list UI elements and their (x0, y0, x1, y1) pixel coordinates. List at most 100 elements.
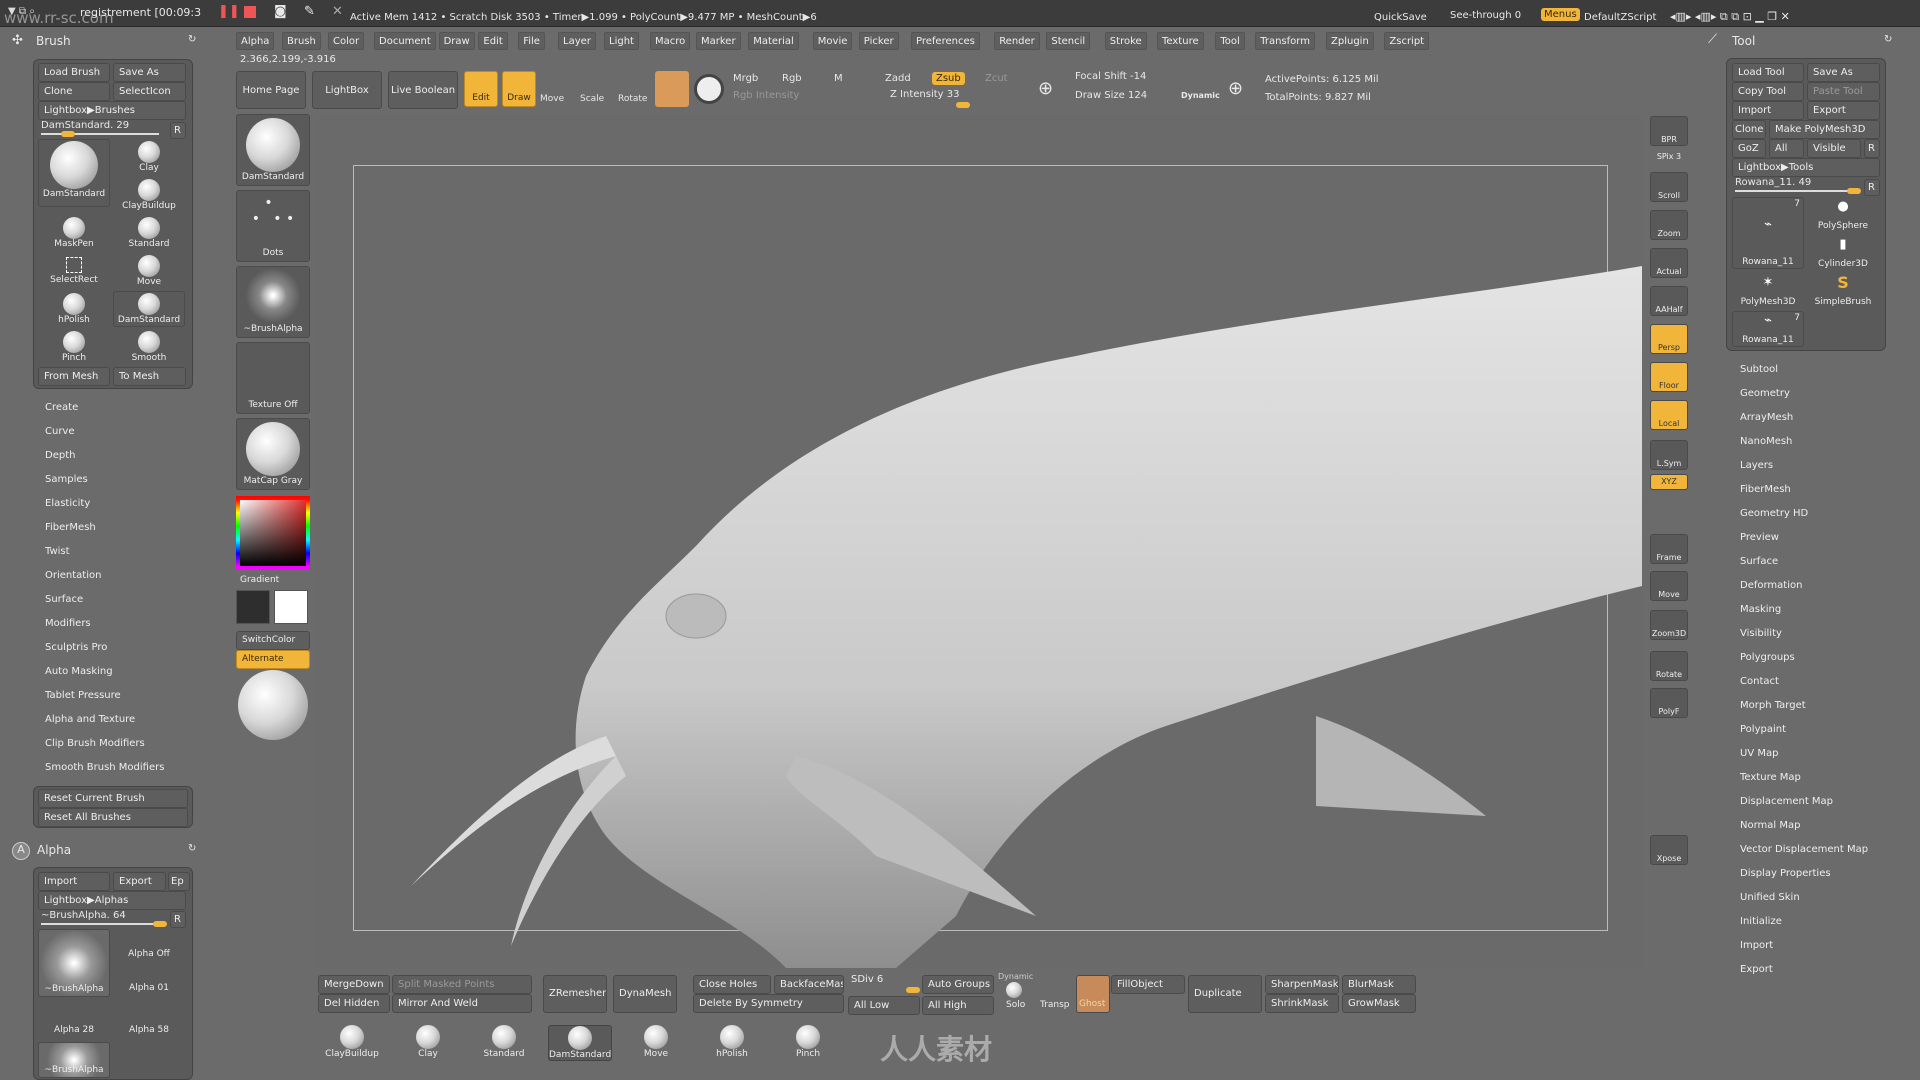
right-shelf-spix-3[interactable]: SPix 3 (1650, 150, 1688, 166)
tool-import-button[interactable]: Import (1732, 101, 1804, 120)
see-through-slider[interactable]: See-through 0 (1450, 10, 1521, 21)
tool-section-deformation[interactable]: Deformation (1740, 580, 1802, 591)
material-sphere-icon[interactable] (238, 670, 308, 740)
right-shelf-floor[interactable]: Floor (1650, 362, 1688, 392)
menu-tool[interactable]: Tool (1215, 32, 1245, 50)
del-hidden-button[interactable]: Del Hidden (318, 994, 390, 1013)
from-mesh-button[interactable]: From Mesh (38, 367, 110, 386)
color-picker[interactable] (236, 496, 310, 570)
brush-section-twist[interactable]: Twist (45, 546, 70, 557)
goz-r-button[interactable]: R (1864, 139, 1880, 158)
brush-tile-move[interactable]: Move (113, 253, 185, 289)
z-intensity-knob[interactable] (956, 102, 970, 108)
brush-section-elasticity[interactable]: Elasticity (45, 498, 90, 509)
grow-button[interactable]: GrowMask (1342, 994, 1416, 1013)
bottom-brush-hpolish[interactable]: hPolish (700, 1025, 764, 1059)
primary-color-swatch[interactable] (274, 590, 308, 624)
menu-layer[interactable]: Layer (558, 32, 596, 50)
duplicate-button[interactable]: Duplicate (1188, 975, 1262, 1013)
right-shelf-zoom3d[interactable]: Zoom3D (1650, 610, 1688, 640)
tool-section-vector-displacement-map[interactable]: Vector Displacement Map (1740, 844, 1868, 855)
tool-clone-button[interactable]: Clone (1732, 120, 1766, 139)
symmetry-s-icon[interactable]: ⊕ (1038, 78, 1053, 99)
tool-section-export[interactable]: Export (1740, 964, 1773, 975)
brush-section-modifiers[interactable]: Modifiers (45, 618, 91, 629)
move-button[interactable]: Move (540, 94, 564, 104)
left-shelf-material[interactable]: MatCap Gray (236, 418, 310, 490)
menu-preferences[interactable]: Preferences (911, 32, 980, 50)
solo-button[interactable]: Solo (1006, 1000, 1025, 1010)
auto-groups-button[interactable]: Auto Groups (922, 975, 994, 994)
lightbox-tools-button[interactable]: Lightbox▶Tools (1732, 158, 1880, 177)
brush-section-smooth-brush-modifiers[interactable]: Smooth Brush Modifiers (45, 762, 164, 773)
alpha-slider-knob[interactable] (153, 921, 167, 927)
menu-stroke[interactable]: Stroke (1104, 32, 1147, 50)
stop-icon[interactable] (244, 6, 256, 18)
brush-section-create[interactable]: Create (45, 402, 78, 413)
rgb-button[interactable]: Rgb (782, 73, 802, 84)
sdiv-slider[interactable]: SDiv 6 (851, 974, 883, 985)
select-icon-button[interactable]: SelectIcon (113, 82, 186, 101)
tool-tile-polysphere[interactable]: ● PolySphere (1807, 197, 1879, 233)
brush-tile-claybuildup[interactable]: ClayBuildup (113, 177, 185, 213)
tool-section-texture-map[interactable]: Texture Map (1740, 772, 1801, 783)
pencil-icon[interactable]: ✎ (304, 4, 315, 19)
left-shelf-alpha[interactable]: ~BrushAlpha (236, 266, 310, 338)
bottom-brush-damstandard[interactable]: DamStandard (548, 1025, 612, 1061)
menu-stencil[interactable]: Stencil (1046, 32, 1091, 50)
zcut-button[interactable]: Zcut (985, 73, 1008, 84)
fish-sculpt[interactable] (316, 116, 1642, 968)
rgb-intensity-slider[interactable]: Rgb Intensity (733, 90, 799, 101)
load-brush-button[interactable]: Load Brush (38, 63, 110, 82)
rotate-button[interactable]: Rotate (618, 94, 647, 104)
home-page-button[interactable]: Home Page (236, 71, 306, 109)
alpha-import-button[interactable]: Import (38, 872, 110, 891)
brush-section-auto-masking[interactable]: Auto Masking (45, 666, 113, 677)
right-shelf-local[interactable]: Local (1650, 400, 1688, 430)
reset-current-brush-button[interactable]: Reset Current Brush (38, 789, 188, 808)
material-icon[interactable] (655, 71, 689, 107)
gradient-label[interactable]: Gradient (240, 575, 279, 585)
all-low-button[interactable]: All Low (848, 996, 920, 1015)
zremesher-button[interactable]: ZRemesher (543, 975, 607, 1013)
tool-section-displacement-map[interactable]: Displacement Map (1740, 796, 1833, 807)
draw-size-slider[interactable]: Draw Size 124 (1075, 90, 1147, 101)
brush-tile-maskpen[interactable]: MaskPen (38, 215, 110, 251)
brush-slider-knob[interactable] (61, 131, 75, 137)
menu-transform[interactable]: Transform (1255, 32, 1315, 50)
tool-tile-cylinder3d[interactable]: ▮ Cylinder3D (1807, 235, 1879, 271)
brush-section-samples[interactable]: Samples (45, 474, 88, 485)
ghost-button[interactable]: Ghost (1076, 975, 1110, 1013)
alpha-ep-button[interactable]: Ep (168, 872, 190, 891)
tool-tile-rowana_11[interactable]: 7 ⌁ Rowana_11 (1732, 197, 1804, 269)
tool-section-contact[interactable]: Contact (1740, 676, 1779, 687)
bottom-brush-standard[interactable]: Standard (472, 1025, 536, 1059)
zsub-button[interactable]: Zsub (932, 72, 965, 85)
brush-tile-damstandard[interactable]: DamStandard (38, 139, 110, 207)
right-shelf-rotate[interactable]: Rotate (1650, 651, 1688, 681)
tool-section-initialize[interactable]: Initialize (1740, 916, 1782, 927)
tool-section-uv-map[interactable]: UV Map (1740, 748, 1778, 759)
brush-tile-clay[interactable]: Clay (113, 139, 185, 175)
menu-movie[interactable]: Movie (812, 32, 853, 50)
dynamic-toggle[interactable]: Dynamic (1181, 91, 1220, 100)
shrink-button[interactable]: ShrinkMask (1265, 994, 1339, 1013)
brush-section-fibermesh[interactable]: FiberMesh (45, 522, 96, 533)
brush-section-tablet-pressure[interactable]: Tablet Pressure (45, 690, 121, 701)
menu-zplugin[interactable]: Zplugin (1326, 32, 1374, 50)
m-button[interactable]: M (834, 73, 843, 84)
left-shelf-stroke[interactable]: • • • • Dots (236, 190, 310, 262)
brush-tile-standard[interactable]: Standard (113, 215, 185, 251)
canvas[interactable] (316, 116, 1642, 968)
reset-all-brushes-button[interactable]: Reset All Brushes (38, 808, 188, 827)
menu-picker[interactable]: Picker (858, 32, 899, 50)
window-controls-icons[interactable]: ◂▥▸ ◂▥▸ ⧉ ⧉ ⊡ ▁ ❐ ✕ (1670, 10, 1790, 24)
brush-tile-selectrect[interactable]: SelectRect (38, 253, 110, 289)
menu-edit[interactable]: Edit (478, 32, 508, 50)
alpha-tile[interactable]: Alpha 28 (38, 1002, 110, 1038)
all-high-button[interactable]: All High (922, 996, 994, 1015)
tool-refresh-icon[interactable]: ↻ (1884, 34, 1892, 45)
right-shelf-l-sym[interactable]: L.Sym (1650, 440, 1688, 470)
alpha-tile[interactable]: ~BrushAlpha (38, 929, 110, 997)
goz-button[interactable]: GoZ (1732, 139, 1766, 158)
